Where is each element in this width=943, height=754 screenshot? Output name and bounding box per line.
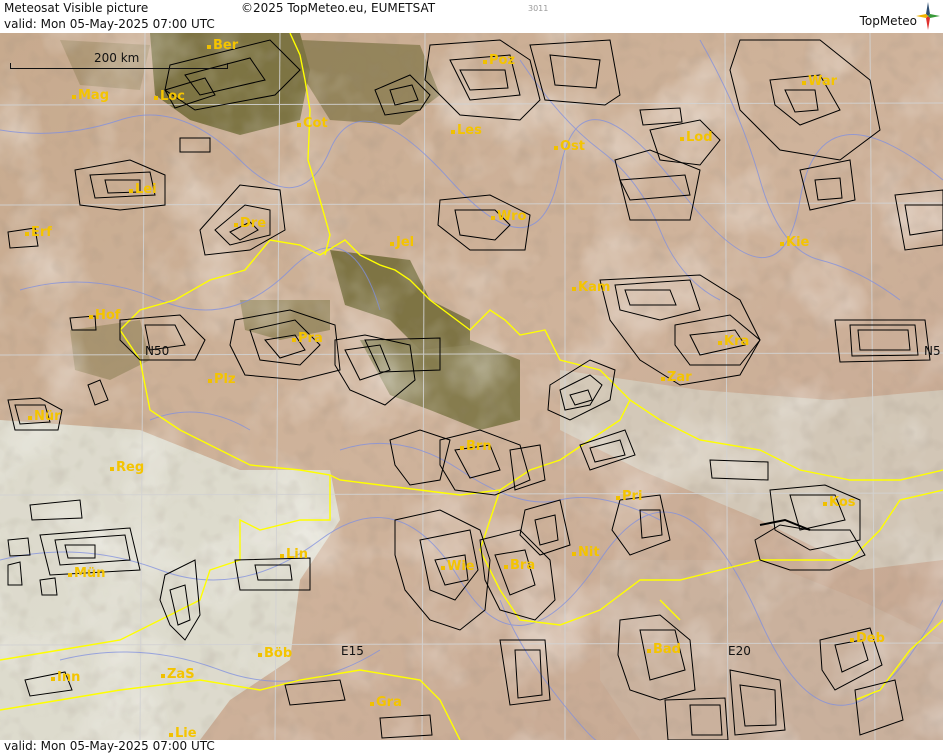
city-label[interactable]: Hof (88, 308, 120, 323)
satellite-image[interactable] (0, 33, 943, 740)
city-label[interactable]: Dre (233, 216, 266, 231)
city-label[interactable]: Wro (490, 209, 526, 224)
city-label[interactable]: Mag (71, 88, 109, 103)
city-label[interactable]: War (801, 74, 837, 89)
city-label[interactable]: Plz (208, 372, 236, 387)
city-label[interactable]: Nit (572, 545, 600, 560)
compass-star-icon (916, 2, 940, 30)
longitude-label: E15 (341, 644, 364, 658)
city-label[interactable]: Lei (129, 182, 157, 197)
header-bar: Meteosat Visible picture valid: Mon 05-M… (0, 0, 943, 34)
city-label[interactable]: Ost (553, 139, 585, 154)
city-label[interactable]: Poz (482, 53, 515, 68)
city-label[interactable]: Brn (460, 439, 492, 454)
city-label[interactable]: Kra (717, 334, 749, 349)
city-label[interactable]: Zar (661, 370, 692, 385)
city-label[interactable]: Ber (206, 38, 238, 53)
longitude-label: E20 (728, 644, 751, 658)
footer-bar: valid: Mon 05-May-2025 07:00 UTC (0, 739, 943, 754)
city-label[interactable]: Les (451, 123, 482, 138)
city-label[interactable]: Kie (779, 235, 809, 250)
city-label[interactable]: Böb (257, 646, 292, 661)
city-label[interactable]: Cot (297, 116, 328, 131)
copyright-text: ©2025 TopMeteo.eu, EUMETSAT (241, 1, 436, 15)
city-label[interactable]: Pra (292, 331, 323, 346)
city-label[interactable]: Mün (67, 566, 105, 581)
valid-time: valid: Mon 05-May-2025 07:00 UTC (4, 17, 215, 31)
city-label[interactable]: Lin (280, 547, 308, 562)
city-label[interactable]: Nür (28, 409, 61, 424)
city-label[interactable]: Pri (615, 489, 642, 504)
city-label[interactable]: Jel (389, 235, 414, 250)
image-id: 3011 (528, 4, 549, 13)
city-label[interactable]: Bra (503, 558, 535, 573)
city-label[interactable]: Loc (154, 89, 185, 104)
city-label[interactable]: Reg (109, 460, 144, 475)
city-label[interactable]: ZaS (161, 667, 195, 682)
city-label[interactable]: Gra (370, 695, 402, 710)
city-label[interactable]: Deb (850, 631, 885, 646)
latitude-label: N50 (145, 344, 170, 358)
cloud-cover (0, 33, 943, 740)
brand-name[interactable]: TopMeteo (860, 14, 917, 28)
scale-bar (10, 63, 228, 69)
city-label[interactable]: Lod (680, 130, 713, 145)
city-label[interactable]: Kam (571, 280, 610, 295)
latitude-label: N5 (924, 344, 941, 358)
footer-valid-time: valid: Mon 05-May-2025 07:00 UTC (4, 739, 215, 753)
city-label[interactable]: Erf (25, 225, 52, 240)
city-label[interactable]: Inn (50, 670, 80, 685)
city-label[interactable]: Bad (647, 642, 681, 657)
image-title: Meteosat Visible picture (4, 1, 149, 15)
satellite-map-viewer: { "header": { "title": "Meteosat Visible… (0, 0, 943, 754)
city-label[interactable]: Kos (823, 495, 856, 510)
city-label[interactable]: Wie (441, 559, 475, 574)
